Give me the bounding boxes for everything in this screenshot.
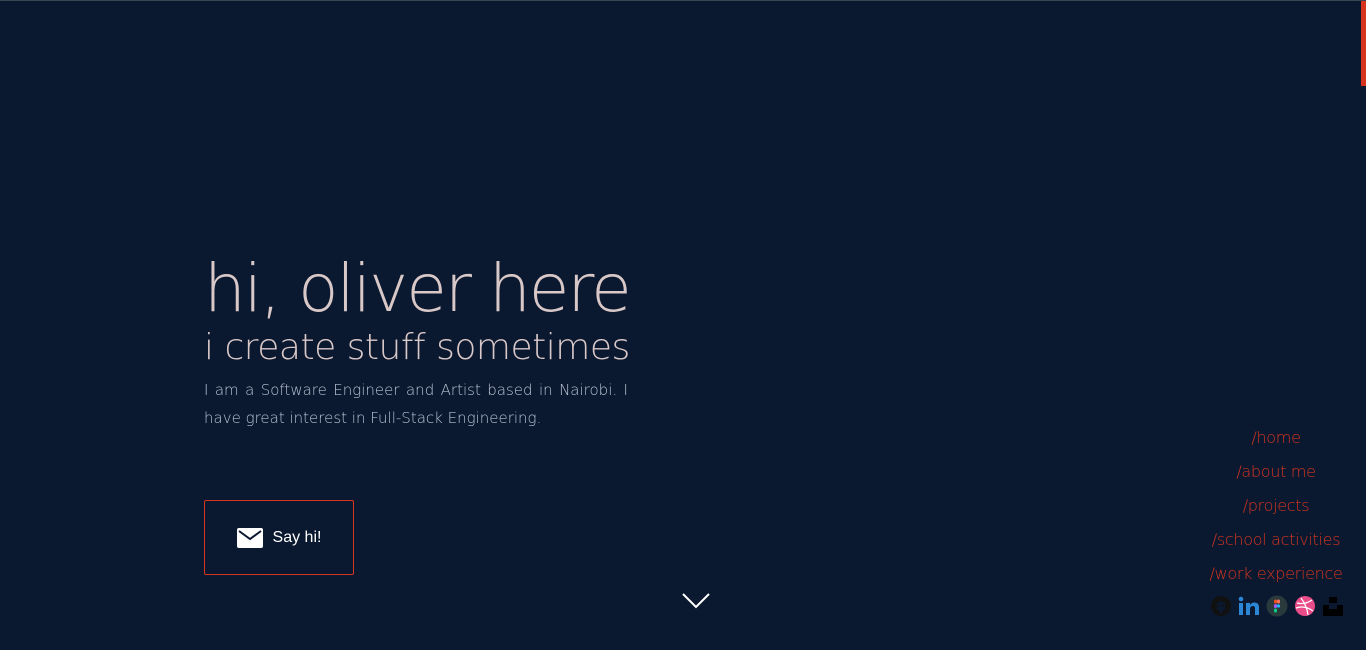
dribbble-icon[interactable] [1294, 595, 1316, 617]
nav-link-school-activities[interactable]: /school activities [1212, 523, 1341, 557]
unsplash-icon[interactable] [1322, 595, 1344, 617]
hero-subtitle: i create stuff sometimes [204, 327, 630, 368]
scrollbar-thumb[interactable] [1361, 1, 1366, 86]
hero-title: hi, oliver here [204, 250, 632, 327]
hero-description: I am a Software Engineer and Artist base… [204, 381, 628, 427]
page: hi, oliver here i create stuff sometimes… [0, 0, 1366, 650]
nav-link-projects[interactable]: /projects [1243, 489, 1310, 523]
github-icon[interactable] [1210, 595, 1232, 617]
envelope-icon [236, 527, 263, 549]
hero-section: hi, oliver here i create stuff sometimes… [204, 251, 654, 432]
figma-icon[interactable] [1266, 595, 1288, 617]
scrollbar[interactable] [1361, 1, 1366, 650]
side-nav: /home /about me /projects /school activi… [1206, 421, 1346, 591]
nav-link-work-experience[interactable]: /work experience [1209, 557, 1342, 591]
nav-link-home[interactable]: /home [1251, 421, 1301, 455]
chevron-down-icon[interactable] [682, 591, 710, 611]
nav-link-about-me[interactable]: /about me [1236, 455, 1316, 489]
social-links [1210, 595, 1344, 617]
say-hi-label: Say hi! [272, 528, 322, 546]
linkedin-icon[interactable] [1238, 595, 1260, 617]
say-hi-button[interactable]: Say hi! [204, 500, 354, 575]
